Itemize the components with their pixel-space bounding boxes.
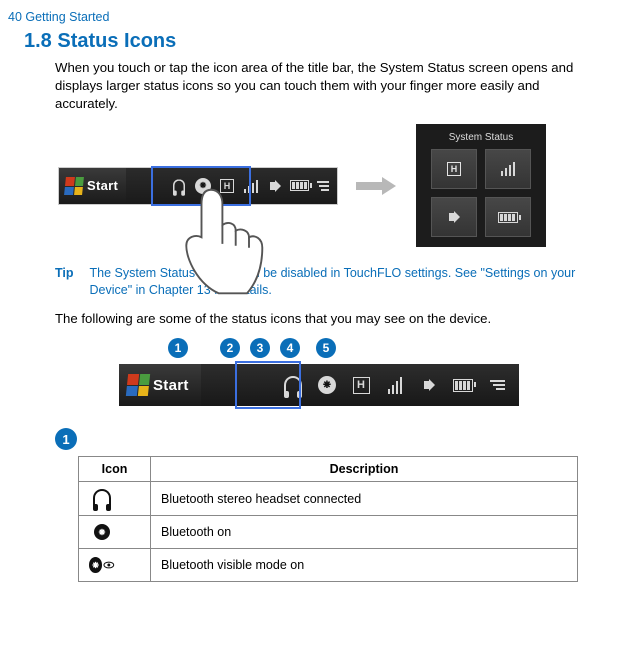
- callout-5: 5: [316, 338, 336, 358]
- bluetooth-tray-icon[interactable]: ⁕: [317, 375, 337, 395]
- status-tile-hsdpa[interactable]: H: [431, 149, 477, 189]
- desc-cell: Bluetooth stereo headset connected: [151, 482, 578, 516]
- battery-tray-icon[interactable]: [453, 375, 473, 395]
- callout-row: 1 2 3 4 5: [72, 326, 432, 358]
- table-row: ⁕ Bluetooth on: [79, 516, 578, 549]
- start-label-large: Start: [153, 377, 189, 394]
- tip-text: The System Status screen can be disabled…: [90, 265, 592, 299]
- icon-description-table: Icon Description Bluetooth stereo headse…: [78, 456, 578, 582]
- start-button[interactable]: Start: [59, 168, 126, 204]
- system-status-title: System Status: [449, 130, 513, 149]
- taskbar-figure-large: Start ⁕ H: [119, 364, 519, 406]
- arrow-right-icon: [356, 177, 398, 195]
- system-status-panel: System Status H: [416, 124, 546, 247]
- icon-cell: [79, 482, 151, 516]
- status-tile-speaker[interactable]: [431, 197, 477, 237]
- table-header-desc: Description: [151, 457, 578, 482]
- tip-label: Tip: [55, 265, 74, 299]
- tip-row: Tip The System Status screen can be disa…: [0, 257, 638, 299]
- section-heading: 1.8 Status Icons: [0, 24, 638, 59]
- hsdpa-tray-icon[interactable]: H: [351, 375, 371, 395]
- icon-cell: ⁕: [79, 516, 151, 549]
- start-button-large[interactable]: Start: [119, 364, 201, 406]
- following-text: The following are some of the status ico…: [0, 299, 638, 326]
- menu-tray-icon[interactable]: [315, 178, 331, 194]
- callout-2: 2: [220, 338, 240, 358]
- figure-row: Start ⁕ H System Status H: [0, 112, 638, 257]
- desc-cell: Bluetooth visible mode on: [151, 549, 578, 582]
- signal-tray-icon[interactable]: [385, 375, 405, 395]
- highlight-box-large: [235, 361, 301, 409]
- intro-paragraph: When you touch or tap the icon area of t…: [0, 59, 638, 112]
- start-label: Start: [87, 178, 118, 193]
- battery-tray-icon[interactable]: [291, 178, 307, 194]
- bluetooth-headset-icon: [89, 487, 115, 509]
- status-tile-signal[interactable]: [485, 149, 531, 189]
- speaker-tray-icon[interactable]: [419, 375, 439, 395]
- menu-tray-icon[interactable]: [487, 375, 507, 395]
- bluetooth-visible-icon: ⁕: [89, 554, 115, 576]
- callout-4: 4: [280, 338, 300, 358]
- page-header: 40 Getting Started: [0, 0, 638, 24]
- bluetooth-on-icon: ⁕: [89, 521, 115, 543]
- desc-cell: Bluetooth on: [151, 516, 578, 549]
- thumb-illustration: [173, 185, 268, 299]
- table-header-icon: Icon: [79, 457, 151, 482]
- speaker-tray-icon[interactable]: [267, 178, 283, 194]
- windows-flag-icon: [126, 374, 150, 396]
- table-row: Bluetooth stereo headset connected: [79, 482, 578, 516]
- table-row: ⁕ Bluetooth visible mode on: [79, 549, 578, 582]
- callout-3: 3: [250, 338, 270, 358]
- callout-1: 1: [168, 338, 188, 358]
- windows-flag-icon: [64, 177, 84, 195]
- icon-cell: ⁕: [79, 549, 151, 582]
- status-tile-battery[interactable]: [485, 197, 531, 237]
- section-badge-1: 1: [55, 428, 77, 450]
